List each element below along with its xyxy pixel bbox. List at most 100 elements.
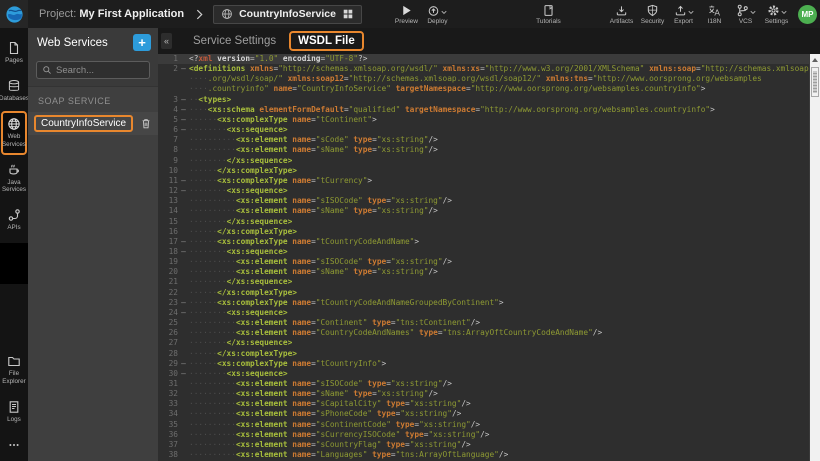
fold-marker[interactable]: – [178,369,189,379]
line-number: 10 [158,166,178,176]
fold-marker[interactable]: – [178,176,189,186]
code-line-14[interactable]: 14··········<xs:element name="sName" typ… [158,206,809,216]
code-line-33[interactable]: 33··········<xs:element name="sCapitalCi… [158,399,809,409]
code-line-26[interactable]: 26··········<xs:element name="CountryCod… [158,328,809,338]
fold-marker[interactable]: – [178,64,189,74]
fold-marker[interactable]: – [178,95,189,105]
i18n-button[interactable]: AI18N [699,4,730,25]
fold-gutter [178,277,189,287]
code-line-3[interactable]: 3–··<types> [158,95,809,105]
code-line-4[interactable]: 4–····<xs:schema elementFormDefault="qua… [158,105,809,115]
fold-marker[interactable]: – [178,237,189,247]
search-box[interactable] [36,61,150,79]
scrollbar-thumb[interactable] [811,67,819,97]
user-avatar[interactable]: MP [798,5,817,24]
code-line-2-wrap1[interactable]: ····.org/wsdl/soap/" xmlns:soap12="http:… [158,74,809,84]
code-line-11[interactable]: 11–······<xs:complexType name="tCurrency… [158,176,809,186]
sidebar-item-apis[interactable]: APIs [1,202,27,238]
fold-marker[interactable]: – [178,115,189,125]
code-line-35[interactable]: 35··········<xs:element name="sContinent… [158,420,809,430]
tab-service-settings[interactable]: Service Settings [193,35,276,47]
search-icon [42,65,52,75]
code-line-1[interactable]: 1<?xml version="1.0" encoding="UTF-8"?> [158,54,809,64]
fold-marker[interactable]: – [178,186,189,196]
code-line-25[interactable]: 25··········<xs:element name="Continent"… [158,318,809,328]
sidebar-item-web-services[interactable]: Web Services [1,111,27,154]
code-text: ··········<xs:element name="sISOCode" ty… [189,379,809,389]
sidebar-item-java-services[interactable]: Java Services [1,157,27,200]
code-line-31[interactable]: 31··········<xs:element name="sISOCode" … [158,379,809,389]
add-service-button[interactable]: + [133,34,151,51]
code-line-12[interactable]: 12–········<xs:sequence> [158,186,809,196]
fold-gutter [178,420,189,430]
tab-wsdl-file[interactable]: WSDL File [289,31,364,51]
code-line-29[interactable]: 29–······<xs:complexType name="tCountryI… [158,359,809,369]
code-line-2-wrap2[interactable]: ····.countryinfo" name="CountryInfoServi… [158,84,809,94]
security-button[interactable]: Security [637,4,668,25]
code-line-22[interactable]: 22······</xs:complexType> [158,288,809,298]
code-line-36[interactable]: 36··········<xs:element name="sCurrencyI… [158,430,809,440]
line-number: 29 [158,359,178,369]
code-text: ········<xs:sequence> [189,186,809,196]
line-number: 4 [158,105,178,115]
fold-marker[interactable]: – [178,308,189,318]
sidebar-item-more[interactable] [1,432,27,459]
code-line-19[interactable]: 19··········<xs:element name="sISOCode" … [158,257,809,267]
fold-marker[interactable]: – [178,359,189,369]
app-logo[interactable] [0,0,28,28]
code-line-6[interactable]: 6–········<xs:sequence> [158,125,809,135]
code-line-2[interactable]: 2–<definitions xmlns="http://schemas.xml… [158,64,809,74]
code-line-16[interactable]: 16······</xs:complexType> [158,227,809,237]
fold-marker[interactable]: – [178,298,189,308]
sidebar-item-pages[interactable]: Pages [1,35,27,71]
code-line-7[interactable]: 7··········<xs:element name="sCode" type… [158,135,809,145]
code-line-17[interactable]: 17–······<xs:complexType name="tCountryC… [158,237,809,247]
service-name[interactable]: CountryInfoService [34,115,133,132]
code-line-20[interactable]: 20··········<xs:element name="sName" typ… [158,267,809,277]
grid-icon[interactable] [342,8,354,20]
code-line-28[interactable]: 28······</xs:complexType> [158,349,809,359]
code-line-8[interactable]: 8··········<xs:element name="sName" type… [158,145,809,155]
editor-scrollbar[interactable] [809,54,820,461]
code-line-23[interactable]: 23–······<xs:complexType name="tCountryC… [158,298,809,308]
code-line-32[interactable]: 32··········<xs:element name="sName" typ… [158,389,809,399]
code-line-37[interactable]: 37··········<xs:element name="sCountryFl… [158,440,809,450]
scrollbar-up-arrow[interactable] [810,54,820,65]
export-button[interactable]: Export [668,4,699,25]
delete-service-icon[interactable] [140,117,152,130]
sidebar-item-logs[interactable]: Logs [1,394,27,430]
code-line-10[interactable]: 10······</xs:complexType> [158,166,809,176]
fold-marker[interactable]: – [178,247,189,257]
code-line-21[interactable]: 21········</xs:sequence> [158,277,809,287]
code-line-15[interactable]: 15········</xs:sequence> [158,217,809,227]
code-line-24[interactable]: 24–········<xs:sequence> [158,308,809,318]
line-number: 6 [158,125,178,135]
code-line-30[interactable]: 30–········<xs:sequence> [158,369,809,379]
code-line-13[interactable]: 13··········<xs:element name="sISOCode" … [158,196,809,206]
code-line-38[interactable]: 38··········<xs:element name="Languages"… [158,450,809,460]
vcs-button[interactable]: VCS [730,4,761,25]
fold-gutter [178,135,189,145]
java-services-label: Java Services [2,179,26,193]
collapse-panel-button[interactable]: « [161,33,172,49]
code-line-18[interactable]: 18–········<xs:sequence> [158,247,809,257]
code-line-9[interactable]: 9········</xs:sequence> [158,156,809,166]
line-number: 7 [158,135,178,145]
code-line-27[interactable]: 27········</xs:sequence> [158,338,809,348]
code-line-34[interactable]: 34··········<xs:element name="sPhoneCode… [158,409,809,419]
code-line-5[interactable]: 5–······<xs:complexType name="tContinent… [158,115,809,125]
service-list-item[interactable]: CountryInfoService [28,112,158,135]
deploy-button[interactable]: Deploy [422,4,453,25]
fold-marker[interactable]: – [178,125,189,135]
search-input[interactable] [56,65,146,76]
settings-button[interactable]: Settings [761,4,792,25]
service-tab[interactable]: CountryInfoService [213,5,362,24]
preview-button[interactable]: Preview [391,4,422,25]
sidebar-item-file-explorer[interactable]: File Explorer [1,348,27,391]
fold-marker[interactable]: – [178,105,189,115]
artifacts-button[interactable]: Artifacts [606,4,637,25]
line-number [158,84,178,94]
tutorials-button[interactable]: Tutorials [533,4,564,25]
sidebar-item-databases[interactable]: Databases [1,73,27,109]
wsdl-code-editor[interactable]: 1<?xml version="1.0" encoding="UTF-8"?>2… [158,54,820,461]
